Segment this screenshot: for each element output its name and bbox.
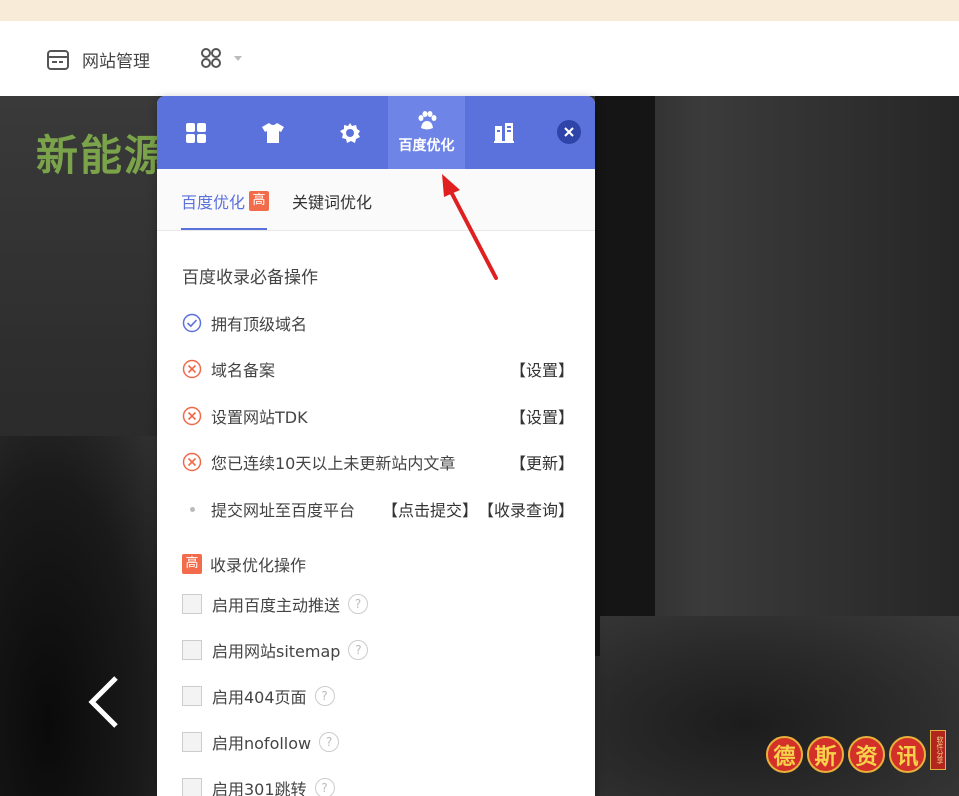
help-icon[interactable]: ? xyxy=(314,778,335,796)
banner-shadow xyxy=(0,436,160,796)
site-manage-label: 网站管理 xyxy=(82,52,150,72)
option-label: 启用301跳转 xyxy=(212,780,307,796)
browser-window-icon xyxy=(47,49,69,70)
close-icon xyxy=(564,127,574,137)
watermark-char: 讯 xyxy=(889,736,926,773)
option-label: 启用404页面 xyxy=(212,688,307,707)
checklist-row: 拥有顶级域名 xyxy=(182,311,574,335)
watermark-char: 资 xyxy=(848,736,885,773)
subtab-baidu-seo[interactable]: 百度优化 高 xyxy=(181,189,270,213)
checklist-text: 设置网站TDK xyxy=(211,408,308,427)
checklist-text: 域名备案 xyxy=(211,361,276,380)
domain-filing-settings-link[interactable]: 【设置】 xyxy=(510,357,574,381)
high-badge: 高 xyxy=(249,191,270,211)
sub-tab-bar: 百度优化 高 关键词优化 xyxy=(157,169,595,231)
checklist-text: 拥有顶级域名 xyxy=(211,315,308,334)
watermark-seal: 软件分享 xyxy=(930,730,946,770)
checklist-row: 设置网站TDK 【设置】 xyxy=(182,404,574,428)
high-badge: 高 xyxy=(182,554,202,574)
index-query-link[interactable]: 【收录查询】 xyxy=(478,497,574,521)
subtab-baidu-seo-label: 百度优化 xyxy=(181,193,246,212)
tab-baidu-seo[interactable]: 百度优化 xyxy=(388,96,465,169)
check-circle-icon xyxy=(182,313,202,333)
optimize-section-label: 收录优化操作 xyxy=(210,556,307,575)
watermark-char: 斯 xyxy=(807,736,844,773)
optimize-section-title: 高 收录优化操作 xyxy=(182,552,306,576)
option-label: 启用nofollow xyxy=(212,734,312,753)
subtab-keyword-seo[interactable]: 关键词优化 xyxy=(292,189,372,213)
tshirt-icon xyxy=(261,122,284,143)
checklist-text: 您已连续10天以上未更新站内文章 xyxy=(211,454,456,473)
help-icon[interactable]: ? xyxy=(314,686,335,706)
update-articles-link[interactable]: 【更新】 xyxy=(510,450,574,474)
apps-dropdown[interactable] xyxy=(200,47,242,69)
top-toolbar: 网站管理 xyxy=(0,21,959,96)
seo-panel: 百度优化 百度优化 高 关键词优化 百度收录必备操作 拥有顶级域名 域名备案 【… xyxy=(157,96,595,796)
option-row: 启用网站sitemap ? xyxy=(182,638,369,662)
banner-title: 新能源 xyxy=(36,132,157,180)
required-section-title: 百度收录必备操作 xyxy=(182,268,318,288)
error-circle-icon xyxy=(182,406,202,426)
baidu-push-checkbox[interactable] xyxy=(182,594,202,614)
301-redirect-checkbox[interactable] xyxy=(182,778,202,796)
option-row: 启用404页面 ? xyxy=(182,684,335,708)
tab-layout[interactable] xyxy=(157,96,234,169)
help-icon[interactable]: ? xyxy=(348,640,369,660)
404-page-checkbox[interactable] xyxy=(182,686,202,706)
site-manage-button[interactable]: 网站管理 xyxy=(46,47,150,72)
subtab-keyword-seo-label: 关键词优化 xyxy=(292,193,373,212)
help-icon[interactable]: ? xyxy=(348,594,369,614)
option-row: 启用301跳转 ? xyxy=(182,776,335,796)
four-circles-grid-icon xyxy=(201,48,221,68)
panel-tab-bar: 百度优化 xyxy=(157,96,595,169)
close-button[interactable] xyxy=(557,120,581,144)
top-notice-strip xyxy=(0,0,959,21)
help-icon[interactable]: ? xyxy=(319,732,340,752)
tab-settings[interactable] xyxy=(311,96,388,169)
tdk-settings-link[interactable]: 【设置】 xyxy=(510,404,574,428)
paw-icon xyxy=(418,110,436,129)
checklist-text: 提交网址至百度平台 xyxy=(211,501,356,520)
chevron-left-icon[interactable] xyxy=(84,672,134,732)
checklist-row: 域名备案 【设置】 xyxy=(182,357,574,381)
watermark-logo: 德 斯 资 讯 xyxy=(766,736,926,773)
checklist-row: 您已连续10天以上未更新站内文章 【更新】 xyxy=(182,450,574,474)
grid-squares-icon xyxy=(185,122,206,143)
tab-theme[interactable] xyxy=(234,96,311,169)
active-tab-indicator xyxy=(181,228,267,230)
checklist-row: 提交网址至百度平台 【点击提交】 【收录查询】 xyxy=(182,497,574,521)
option-label: 启用百度主动推送 xyxy=(212,596,341,615)
watermark-char: 德 xyxy=(766,736,803,773)
building-icon xyxy=(493,122,514,143)
error-circle-icon xyxy=(182,359,202,379)
tab-site-info[interactable] xyxy=(465,96,542,169)
option-row: 启用nofollow ? xyxy=(182,730,340,754)
dot-icon xyxy=(182,499,202,519)
option-row: 启用百度主动推送 ? xyxy=(182,592,369,616)
sitemap-checkbox[interactable] xyxy=(182,640,202,660)
nofollow-checkbox[interactable] xyxy=(182,732,202,752)
submit-url-link[interactable]: 【点击提交】 xyxy=(382,497,478,521)
chevron-down-icon xyxy=(234,55,242,61)
gear-icon xyxy=(339,122,360,143)
banner-frame xyxy=(595,96,655,656)
tab-baidu-seo-label: 百度优化 xyxy=(398,137,455,154)
error-circle-icon xyxy=(182,452,202,472)
option-label: 启用网站sitemap xyxy=(212,642,341,661)
